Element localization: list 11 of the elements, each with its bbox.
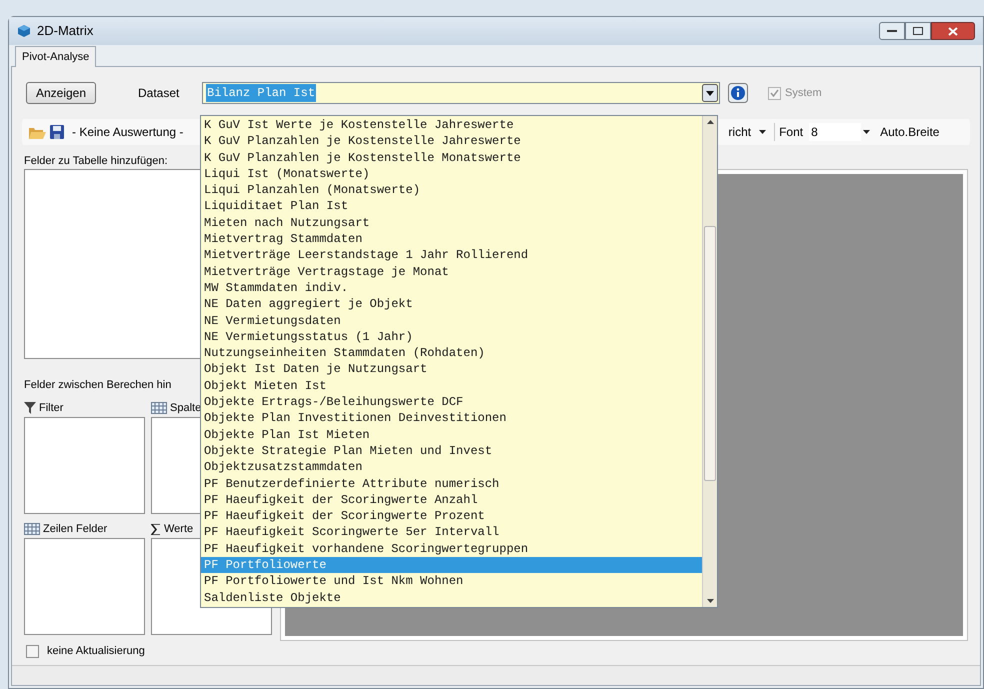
font-label: Font xyxy=(779,124,804,141)
area-label: Zeilen Felder xyxy=(43,522,108,537)
area-label: Filter xyxy=(39,400,64,416)
drag-fields-label: Felder zwischen Berechen hin xyxy=(24,378,172,393)
system-label: System xyxy=(785,86,822,101)
add-fields-label: Felder zu Tabelle hinzufügen: xyxy=(24,154,168,169)
area-label: Werte xyxy=(164,522,194,537)
no-update-label: keine Aktualisierung xyxy=(47,644,145,659)
window-title: 2D-Matrix xyxy=(37,22,94,40)
dataset-label: Dataset xyxy=(138,85,180,102)
area-label: Spalte xyxy=(170,400,202,416)
